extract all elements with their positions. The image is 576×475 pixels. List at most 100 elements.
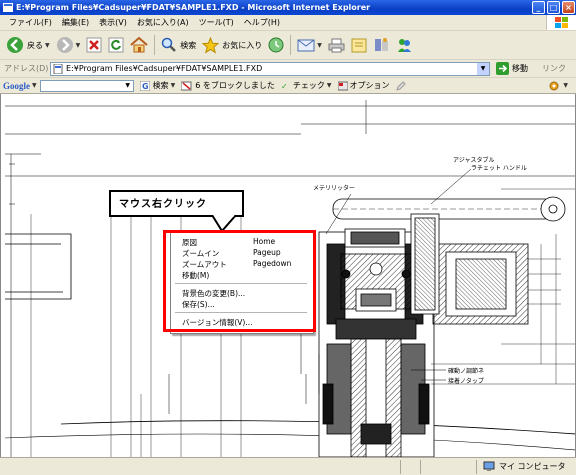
menu-item-version-info[interactable]: バージョン情報(V)... [182, 317, 252, 328]
google-settings-button[interactable]: ▼ [549, 81, 568, 91]
back-button[interactable]: 戻る ▼ [3, 34, 53, 56]
stop-button[interactable] [83, 34, 105, 56]
messenger-icon [397, 39, 411, 52]
menu-separator [175, 283, 307, 284]
menu-tools[interactable]: ツール(T) [194, 17, 239, 28]
favorites-button[interactable]: お気に入り [199, 34, 265, 56]
menu-separator [175, 312, 307, 313]
back-label: 戻る [27, 40, 43, 50]
menu-help[interactable]: ヘルプ(H) [239, 17, 285, 28]
google-search-dropdown-icon[interactable]: ▼ [123, 81, 133, 91]
search-label: 検索 [180, 40, 197, 50]
menu-favorites[interactable]: お気に入り(A) [132, 17, 194, 28]
go-label: 移動 [512, 64, 528, 73]
address-input[interactable]: E:¥Program Files¥Cadsuper¥FDAT¥SAMPLE1.F… [50, 61, 490, 76]
menu-item-save[interactable]: 保存(S)... [182, 299, 215, 310]
address-bar: アドレス(D) E:¥Program Files¥Cadsuper¥FDAT¥S… [0, 60, 576, 78]
address-dropdown-icon[interactable]: ▼ [477, 62, 489, 75]
google-toolbar: Google ▼ ▼ G 検索 ▼ 6 をブロックしました ✓ チェック ▼ オ… [0, 78, 576, 94]
google-menu-dropdown-icon[interactable]: ▼ [32, 82, 37, 89]
mail-button[interactable]: ▼ [294, 34, 325, 56]
popup-blocker[interactable]: 6 をブロックしました [181, 80, 275, 91]
status-bar: マイ コンピュータ [0, 457, 576, 475]
refresh-icon [108, 37, 124, 53]
drawing-label-4: 確動ノ調節ネ [448, 367, 484, 375]
search-button[interactable]: 検索 [158, 34, 199, 56]
spellcheck-button[interactable]: ✓ チェック ▼ [281, 80, 332, 91]
discuss-button[interactable] [370, 34, 393, 56]
maximize-button[interactable]: □ [547, 1, 560, 14]
menu-file[interactable]: ファイル(F) [4, 17, 57, 28]
menu-item-original-view[interactable]: 原図 [182, 237, 197, 248]
stop-icon [86, 37, 102, 53]
menu-item-zoom-in[interactable]: ズームイン [182, 248, 219, 259]
shortcut-home: Home [253, 237, 276, 246]
google-search-button-dropdown-icon[interactable]: ▼ [171, 82, 176, 89]
messenger-button[interactable] [393, 34, 416, 56]
spellcheck-icon: ✓ [281, 82, 288, 91]
edit-button[interactable] [348, 34, 370, 56]
discuss-icon [374, 38, 388, 51]
mail-icon [297, 39, 315, 52]
search-icon [162, 37, 177, 52]
annotation-callout: マウス右クリック [109, 190, 244, 217]
menu-item-change-background[interactable]: 背景色の変更(B)... [182, 288, 245, 299]
highlight-button[interactable] [395, 80, 406, 91]
google-search-label: 検索 [152, 81, 169, 90]
back-dropdown-icon[interactable]: ▼ [45, 42, 50, 49]
callout-text: マウス右クリック [119, 199, 207, 210]
check-dropdown-icon[interactable]: ▼ [327, 82, 332, 89]
forward-arrow-icon [56, 37, 73, 53]
google-logo[interactable]: Google [3, 81, 30, 91]
status-pane [420, 459, 440, 474]
window-title: E:¥Program Files¥Cadsuper¥FDAT¥SAMPLE1.F… [16, 3, 371, 12]
drawing-label-2: ラチェット ハンドル [471, 165, 527, 172]
forward-dropdown-icon[interactable]: ▼ [76, 42, 81, 49]
home-icon [130, 37, 148, 53]
pencil-icon [395, 80, 406, 91]
zone-label: マイ コンピュータ [499, 462, 566, 471]
drawing-label-1: アジャスタブル [453, 156, 494, 164]
forward-button[interactable]: ▼ [53, 34, 84, 56]
close-button[interactable]: × [562, 1, 575, 14]
go-button[interactable]: 移動 [496, 62, 528, 75]
menu-edit[interactable]: 編集(E) [57, 17, 94, 28]
settings-dropdown-icon[interactable]: ▼ [563, 82, 568, 89]
drawing-label-3: メテリリッター [313, 184, 355, 192]
title-bar: E:¥Program Files¥Cadsuper¥FDAT¥SAMPLE1.F… [0, 0, 576, 15]
popup-blocked-label: 6 をブロックしました [195, 81, 275, 90]
menu-view[interactable]: 表示(V) [94, 17, 132, 28]
refresh-button[interactable] [105, 34, 127, 56]
links-button[interactable]: リンク [542, 63, 566, 74]
google-search-input[interactable]: ▼ [39, 79, 134, 92]
toolbar-separator [154, 35, 156, 55]
star-icon [202, 36, 220, 54]
ie-icon [3, 3, 13, 12]
toolbar-separator [290, 35, 292, 55]
address-value: E:¥Program Files¥Cadsuper¥FDAT¥SAMPLE1.F… [66, 64, 263, 73]
menu-bar: ファイル(F) 編集(E) 表示(V) お気に入り(A) ツール(T) ヘルプ(… [0, 15, 576, 31]
printer-icon [328, 38, 345, 52]
minimize-button[interactable]: _ [532, 1, 545, 14]
check-label: チェック [292, 81, 325, 90]
google-g-icon: G [139, 80, 150, 91]
security-zone: マイ コンピュータ [476, 459, 576, 474]
google-search-button[interactable]: G 検索 ▼ [139, 80, 176, 91]
status-pane [400, 459, 420, 474]
shortcut-pagedown: Pagedown [253, 259, 292, 268]
shortcut-pageup: Pageup [253, 248, 281, 257]
menu-item-move[interactable]: 移動(M) [182, 270, 209, 281]
svg-text:✓: ✓ [281, 82, 288, 91]
menu-item-zoom-out[interactable]: ズームアウト [182, 259, 227, 270]
home-button[interactable] [127, 34, 151, 56]
windows-logo-icon [546, 15, 576, 30]
history-button[interactable] [265, 34, 287, 56]
options-button[interactable]: オプション [337, 80, 390, 91]
favorites-label: お気に入り [222, 40, 263, 50]
print-button[interactable] [325, 34, 348, 56]
mail-dropdown-icon[interactable]: ▼ [317, 42, 322, 49]
address-label: アドレス(D) [4, 64, 49, 73]
adjuster-assembly [410, 213, 575, 385]
svg-text:G: G [142, 82, 149, 91]
popup-block-icon [181, 81, 192, 90]
